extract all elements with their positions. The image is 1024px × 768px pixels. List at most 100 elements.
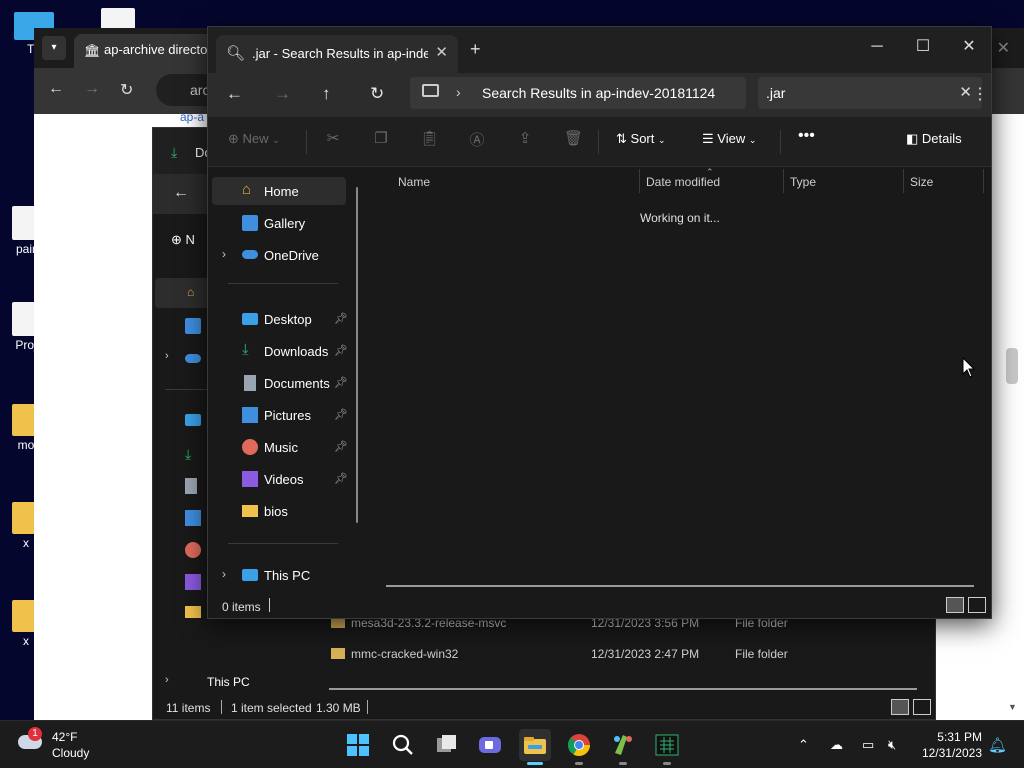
weather-widget[interactable]: 1 42°F Cloudy: [16, 727, 116, 763]
music-icon[interactable]: [185, 542, 201, 558]
pin-icon[interactable]: 📌︎: [334, 344, 348, 357]
sidebar-item-onedrive[interactable]: › OneDrive: [212, 241, 346, 269]
back-icon[interactable]: ←: [226, 84, 243, 104]
pin-icon[interactable]: 📌︎: [334, 440, 348, 453]
onedrive-offline-icon[interactable]: ☁: [830, 737, 843, 753]
column-header-size[interactable]: Size: [910, 175, 933, 189]
horizontal-scrollbar[interactable]: [386, 585, 974, 587]
pin-icon[interactable]: 📌︎: [334, 472, 348, 485]
view-button[interactable]: ☰ View ⌄: [702, 131, 756, 147]
horizontal-scrollbar[interactable]: [329, 688, 917, 690]
table-row[interactable]: mmc-cracked-win32: [331, 647, 531, 661]
delete-icon[interactable]: 🗑︎: [564, 129, 583, 147]
sidebar-item-music[interactable]: Music 📌︎: [212, 433, 348, 461]
details-button[interactable]: ◧ Details: [906, 131, 962, 147]
plus-icon[interactable]: +: [470, 39, 481, 60]
chrome-button[interactable]: [563, 729, 595, 765]
share-icon[interactable]: ⇪: [516, 129, 534, 147]
rename-icon[interactable]: Ⓐ: [468, 129, 486, 149]
pin-icon[interactable]: 📌︎: [334, 408, 348, 421]
sidebar-item-pictures[interactable]: Pictures 📌︎: [212, 401, 348, 429]
sidebar-item-desktop[interactable]: Desktop 📌︎: [212, 305, 348, 333]
volume-muted-icon[interactable]: 🔇︎: [888, 737, 896, 753]
show-hidden-icons-chevron-icon[interactable]: ⌃: [798, 737, 809, 753]
sidebar-item-documents[interactable]: Documents 📌︎: [212, 369, 348, 397]
pictures-icon[interactable]: [185, 510, 201, 526]
sidebar-item-downloads[interactable]: ⤓ Downloads 📌︎: [212, 337, 348, 365]
tab-close-icon[interactable]: ✕: [435, 43, 448, 61]
search-input[interactable]: [766, 83, 946, 103]
videos-icon[interactable]: [185, 574, 201, 590]
search-box[interactable]: ✕: [758, 77, 982, 109]
browser-scrollbar-thumb[interactable]: [1006, 348, 1018, 384]
browser-forward-icon[interactable]: →: [84, 80, 100, 98]
address-bar[interactable]: › Search Results in ap-indev-20181124: [410, 77, 746, 109]
minimize-icon[interactable]: ─: [854, 33, 900, 61]
folder-icon: [331, 648, 345, 659]
explorer-tab[interactable]: 🔍︎ .jar - Search Results in ap-inde ✕: [216, 35, 458, 73]
forward-icon[interactable]: →: [274, 84, 291, 104]
paint-button[interactable]: [607, 729, 639, 765]
column-header-type[interactable]: Type: [790, 175, 816, 189]
onedrive-icon[interactable]: [185, 354, 201, 363]
paste-icon[interactable]: 📋︎: [420, 129, 439, 147]
file-explorer-button[interactable]: [519, 729, 551, 765]
browser-reload-icon[interactable]: ↻: [120, 80, 133, 100]
explorer-back-back-icon[interactable]: ←: [173, 184, 189, 202]
close-icon[interactable]: ✕: [946, 33, 992, 61]
pin-icon[interactable]: 📌︎: [334, 312, 348, 325]
file-explorer-icon: [524, 737, 546, 754]
tiles-view-icon[interactable]: [968, 597, 986, 613]
column-header-date-modified[interactable]: Date modified: [646, 175, 720, 189]
search-icon: 🔍︎: [226, 45, 246, 62]
browser-back-icon[interactable]: ←: [48, 80, 64, 98]
sidebar-item-gallery[interactable]: Gallery: [212, 209, 346, 237]
chevron-right-icon[interactable]: ›: [222, 567, 226, 581]
task-view-button[interactable]: [431, 729, 463, 761]
sidebar-item-this-pc[interactable]: › This PC: [153, 666, 303, 696]
status-bar: 0 items: [208, 594, 991, 618]
folder-icon[interactable]: [185, 606, 201, 618]
gallery-icon[interactable]: [185, 318, 201, 334]
meet-button[interactable]: [474, 729, 506, 761]
sidebar-item-home[interactable]: ⌂ Home: [212, 177, 346, 205]
taskbar-search-button[interactable]: [387, 729, 419, 761]
sidebar-item-bios[interactable]: bios: [212, 497, 346, 525]
terminal-button[interactable]: [651, 729, 683, 765]
refresh-icon[interactable]: ↻: [370, 84, 384, 104]
documents-icon[interactable]: [185, 478, 197, 494]
download-icon[interactable]: ⤓: [185, 446, 201, 462]
pin-icon[interactable]: 📌︎: [334, 376, 348, 389]
tab-search-menu-icon[interactable]: ▾: [42, 36, 66, 60]
sort-button[interactable]: ⇅ Sort ⌄: [616, 131, 666, 147]
browser-close-icon[interactable]: ✕: [997, 38, 1010, 58]
browser-page-link[interactable]: ap-a: [180, 110, 204, 124]
start-button[interactable]: [342, 729, 374, 761]
scroll-down-icon[interactable]: ▼: [1008, 702, 1017, 712]
sidebar-item-this-pc[interactable]: › This PC: [212, 561, 346, 589]
maximize-icon[interactable]: ☐: [900, 33, 946, 61]
notification-bell-icon[interactable]: 🔔︎: [988, 736, 1007, 754]
running-indicator: [619, 762, 627, 765]
chevron-right-icon[interactable]: ›: [222, 247, 226, 261]
tiles-view-icon[interactable]: [913, 699, 931, 715]
more-options-icon[interactable]: ⋮: [969, 73, 991, 117]
nav-pane-scrollbar[interactable]: [356, 187, 358, 523]
display-icon[interactable]: ▭: [862, 737, 874, 753]
expand-chevron-icon[interactable]: ›: [165, 350, 169, 362]
copy-icon[interactable]: ❐: [372, 129, 390, 147]
new-button[interactable]: ⊕ New ⌄: [228, 131, 280, 147]
system-clock[interactable]: 5:31 PM 12/31/2023: [918, 729, 982, 761]
sidebar-item-videos[interactable]: Videos 📌︎: [212, 465, 348, 493]
column-header-name[interactable]: Name: [398, 175, 430, 189]
divider: [598, 130, 599, 154]
desktop-icon[interactable]: [185, 414, 201, 426]
up-icon[interactable]: ↑: [322, 84, 331, 104]
explorer-back-home-item[interactable]: ⌂: [155, 278, 209, 308]
explorer-back-new-button[interactable]: ⊕ N: [171, 232, 195, 248]
cut-icon[interactable]: ✂: [324, 129, 342, 147]
details-view-icon[interactable]: [946, 597, 964, 613]
meet-icon: [479, 737, 501, 753]
see-more-icon[interactable]: •••: [798, 127, 815, 145]
details-view-icon[interactable]: [891, 699, 909, 715]
